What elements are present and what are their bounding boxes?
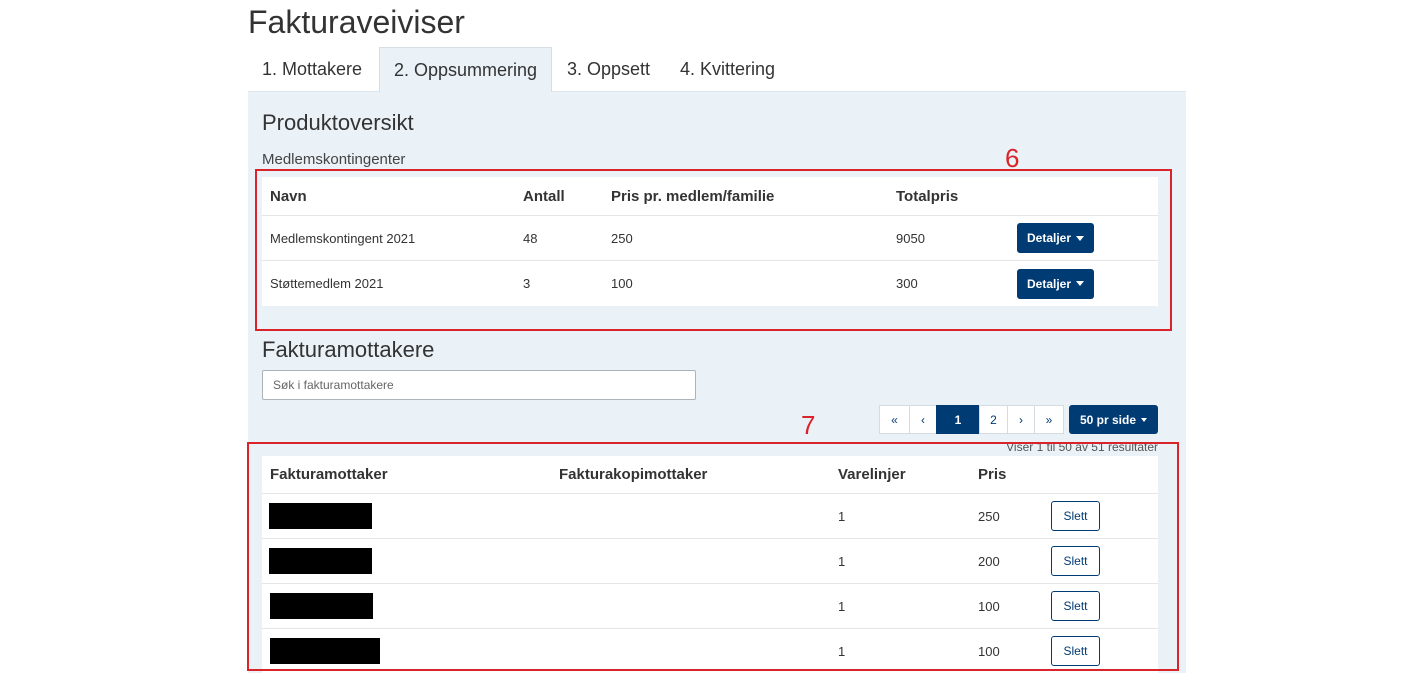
annotation-number-6: 6 <box>1005 143 1020 173</box>
tab-kvittering[interactable]: 4. Kvittering <box>666 47 789 92</box>
tab-oppsett[interactable]: 3. Oppsett <box>553 47 664 92</box>
produktoversikt-heading: Produktoversikt <box>262 110 414 135</box>
annotation-number-7: 7 <box>801 410 816 440</box>
next-page-button[interactable]: › <box>1007 405 1035 434</box>
page-2-button[interactable]: 2 <box>979 405 1008 434</box>
annotation-box-7 <box>247 442 1179 671</box>
per-page-dropdown[interactable]: 50 pr side <box>1069 405 1158 434</box>
search-input[interactable] <box>262 370 696 400</box>
pagination: « ‹ 1 2 › » <box>879 405 1064 434</box>
tab-mottakere[interactable]: 1. Mottakere <box>248 47 376 92</box>
fakturamottakere-heading: Fakturamottakere <box>262 337 435 362</box>
page-1-button[interactable]: 1 <box>936 405 980 434</box>
medlemskontingenter-subheading: Medlemskontingenter <box>262 151 406 168</box>
prev-page-button[interactable]: ‹ <box>909 405 937 434</box>
last-page-button[interactable]: » <box>1034 405 1064 434</box>
tab-oppsummering[interactable]: 2. Oppsummering <box>379 47 553 93</box>
page-title: Fakturaveiviser <box>248 4 465 40</box>
wizard-tabs: 1. Mottakere 2. Oppsummering 3. Oppsett … <box>248 47 1186 93</box>
annotation-box-6 <box>255 169 1172 331</box>
caret-down-icon <box>1141 417 1148 422</box>
per-page-label: 50 pr side <box>1079 412 1137 427</box>
first-page-button[interactable]: « <box>879 405 910 434</box>
